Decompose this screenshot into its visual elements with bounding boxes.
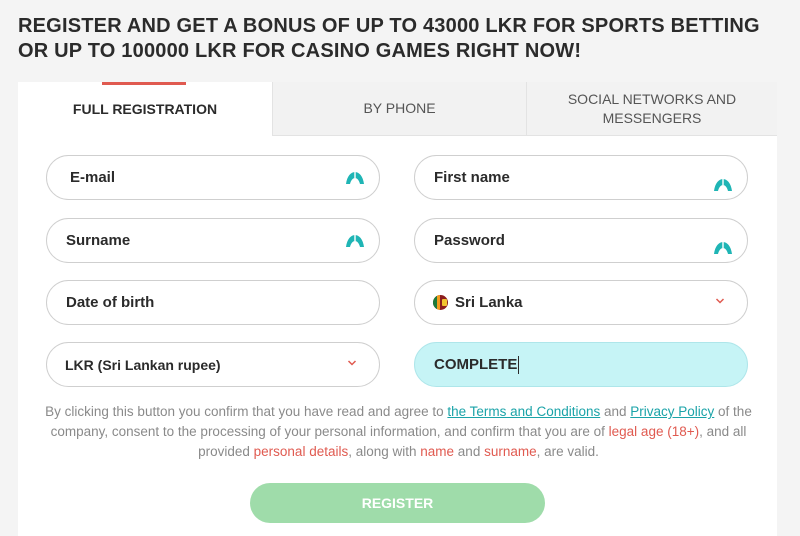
text-cursor [518,355,520,374]
consent-text-part: , along with [348,444,421,459]
country-select[interactable]: Sri Lanka [414,280,748,325]
currency-value: LKR (Sri Lankan rupee) [65,356,221,373]
sri-lanka-flag-icon [433,295,448,310]
consent-text-part: and [454,444,485,459]
tab-label: FULL REGISTRATION [72,100,218,117]
registration-tabs: FULL REGISTRATION BY PHONE SOCIAL NETWOR… [18,82,777,136]
first-name-placeholder: First name [434,169,510,186]
consent-text-part: By clicking this button you confirm that… [45,404,448,419]
password-manager-icon[interactable] [345,234,365,248]
legal-age-link[interactable]: legal age (18+) [609,424,699,439]
email-placeholder: E-mail [70,169,116,186]
surname-field[interactable]: Surname [46,218,380,263]
tab-full-registration[interactable]: FULL REGISTRATION [18,82,272,136]
page-headline: REGISTER AND GET A BONUS OF UP TO 43000 … [18,15,760,62]
consent-text-part: and [600,404,631,419]
promo-code-field[interactable]: COMPLETE [414,342,748,387]
tab-label: SOCIAL NETWORKS AND MESSENGERS [567,90,737,126]
promo-code-value: COMPLETE [434,356,518,373]
consent-text-part: , are valid. [536,444,599,459]
register-button[interactable]: REGISTER [250,483,545,523]
chevron-down-icon [715,298,725,304]
tab-label: BY PHONE [363,100,436,116]
consent-text: By clicking this button you confirm that… [34,402,763,462]
registration-card: FULL REGISTRATION BY PHONE SOCIAL NETWOR… [18,82,777,536]
first-name-field[interactable]: First name [414,155,748,200]
currency-select[interactable]: LKR (Sri Lankan rupee) [46,342,380,387]
email-field[interactable]: E-mail [46,155,380,200]
name-link[interactable]: name [420,444,454,459]
surname-link[interactable]: surname [484,444,537,459]
chevron-down-icon [347,360,357,366]
password-manager-icon[interactable] [345,171,365,185]
tab-by-phone[interactable]: BY PHONE [272,82,526,136]
password-manager-icon[interactable] [713,241,733,255]
personal-details-link[interactable]: personal details [254,444,349,459]
password-manager-icon[interactable] [713,178,733,192]
password-field[interactable]: Password [414,218,748,263]
date-of-birth-field[interactable]: Date of birth [46,280,380,325]
active-tab-indicator [102,82,186,85]
tab-social-networks[interactable]: SOCIAL NETWORKS AND MESSENGERS [526,82,777,136]
terms-link[interactable]: the Terms and Conditions [447,404,600,419]
password-placeholder: Password [434,232,505,249]
privacy-policy-link[interactable]: Privacy Policy [630,404,714,419]
date-of-birth-placeholder: Date of birth [66,294,155,311]
country-value: Sri Lanka [455,294,523,311]
surname-placeholder: Surname [66,232,131,249]
